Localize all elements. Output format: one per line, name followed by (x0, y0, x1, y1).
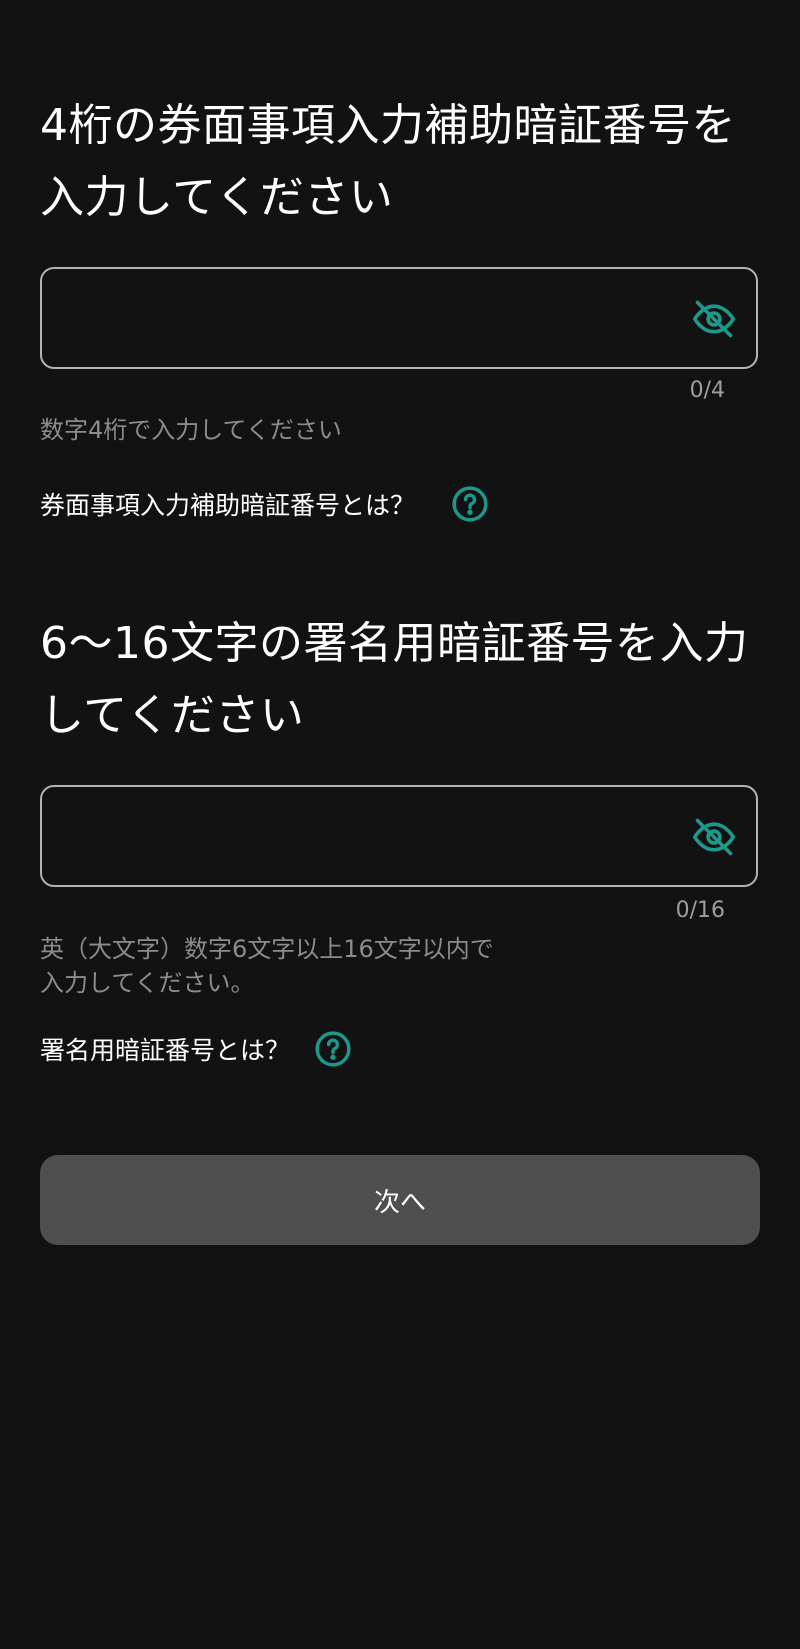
pin-section-signature: 6〜16文字の署名用暗証番号を入力してください 0/16 英（大文字）数字6文字… (40, 608, 760, 1068)
signature-pin-input[interactable] (62, 787, 666, 887)
input-hint: 数字4桁で入力してください (40, 416, 342, 444)
question-circle-icon[interactable] (451, 485, 489, 523)
help-label: 署名用暗証番号とは？ (40, 1036, 291, 1065)
section-title: 6〜16文字の署名用暗証番号を入力してください (40, 618, 749, 741)
input-hint: 英（大文字）数字6文字以上16文字以内で 入力してください。 (40, 935, 494, 997)
next-button[interactable]: 次へ (40, 1155, 760, 1245)
char-counter: 0/16 (675, 898, 725, 923)
card-info-pin-input[interactable] (62, 269, 666, 369)
card-info-pin-field[interactable] (40, 267, 758, 369)
section-title: 4桁の券面事項入力補助暗証番号を入力してください (40, 100, 736, 223)
eye-off-icon[interactable] (692, 297, 736, 341)
signature-pin-help-link[interactable]: 署名用暗証番号とは？ (40, 1030, 352, 1068)
char-counter: 0/4 (689, 378, 725, 403)
help-label: 券面事項入力補助暗証番号とは？ (40, 491, 416, 520)
eye-off-icon[interactable] (692, 815, 736, 859)
card-info-pin-help-link[interactable]: 券面事項入力補助暗証番号とは？ (40, 485, 489, 523)
question-circle-icon[interactable] (314, 1030, 352, 1068)
signature-pin-field[interactable] (40, 785, 758, 887)
pin-section-card-info: 4桁の券面事項入力補助暗証番号を入力してください 0/4 数字4桁で入力してくだ… (40, 90, 760, 530)
